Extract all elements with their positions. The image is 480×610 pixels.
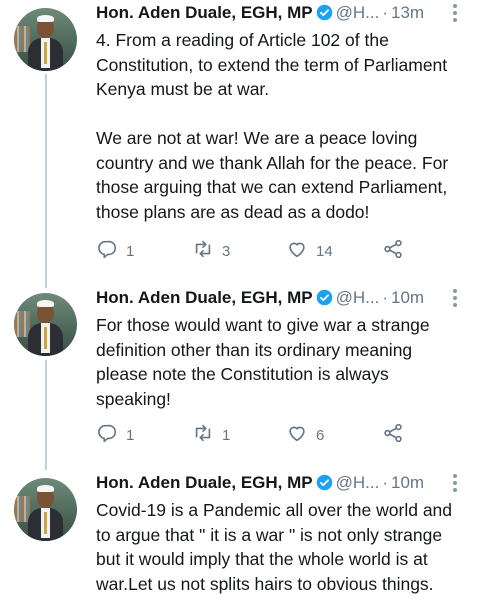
reply-icon xyxy=(96,422,118,448)
share-button[interactable] xyxy=(382,422,404,448)
avatar[interactable] xyxy=(14,478,77,541)
like-count: 14 xyxy=(316,242,333,260)
retweet-icon xyxy=(192,422,214,448)
more-icon[interactable] xyxy=(450,4,460,24)
author-name[interactable]: Hon. Aden Duale, EGH, MP xyxy=(96,288,313,307)
share-icon xyxy=(382,238,404,264)
tweet-header: Hon. Aden Duale, EGH, MP @H... · 10m xyxy=(96,287,466,309)
like-icon xyxy=(286,422,308,448)
tweet[interactable]: Hon. Aden Duale, EGH, MP @H... · 13m 4. Fro… xyxy=(0,0,480,285)
like-count: 6 xyxy=(316,426,325,444)
reply-button[interactable]: 1 xyxy=(96,240,134,262)
more-icon[interactable] xyxy=(450,289,460,309)
more-icon[interactable] xyxy=(450,474,460,494)
reply-button[interactable]: 1 xyxy=(96,424,134,446)
share-icon xyxy=(382,422,404,448)
tweet-header: Hon. Aden Duale, EGH, MP @H... · 13m xyxy=(96,2,466,24)
tweet-text: 4. From a reading of Article 102 of the … xyxy=(96,30,449,222)
verified-badge-icon xyxy=(316,474,333,497)
author-name[interactable]: Hon. Aden Duale, EGH, MP xyxy=(96,3,313,22)
tweet[interactable]: Hon. Aden Duale, EGH, MP @H... · 10m For th… xyxy=(0,285,480,465)
like-icon xyxy=(286,238,308,264)
reply-count: 1 xyxy=(126,242,135,260)
retweet-button[interactable]: 3 xyxy=(192,240,230,262)
reply-icon xyxy=(96,238,118,264)
tweet-text: Covid-19 is a Pandemic all over the worl… xyxy=(96,500,453,594)
tweet[interactable]: Hon. Aden Duale, EGH, MP @H... · 10m Covid-… xyxy=(0,470,480,610)
avatar[interactable] xyxy=(14,8,77,71)
author-handle[interactable]: @H... xyxy=(336,473,380,492)
separator-dot: · xyxy=(382,3,388,22)
tweet-actions: 1 1 6 xyxy=(96,422,426,448)
verified-badge-icon xyxy=(316,4,333,27)
retweet-button[interactable]: 1 xyxy=(192,424,230,446)
author-name[interactable]: Hon. Aden Duale, EGH, MP xyxy=(96,473,313,492)
timestamp[interactable]: 10m xyxy=(391,473,424,492)
avatar[interactable] xyxy=(14,293,77,356)
tweet-text: For those would want to give war a stran… xyxy=(96,315,430,409)
tweet-header: Hon. Aden Duale, EGH, MP @H... · 10m xyxy=(96,472,466,494)
verified-badge-icon xyxy=(316,289,333,312)
like-button[interactable]: 6 xyxy=(286,424,324,446)
retweet-count: 1 xyxy=(222,426,231,444)
separator-dot: · xyxy=(382,473,388,492)
like-button[interactable]: 14 xyxy=(286,240,333,262)
retweet-icon xyxy=(192,238,214,264)
timestamp[interactable]: 10m xyxy=(391,288,424,307)
reply-count: 1 xyxy=(126,426,135,444)
tweet-actions: 1 3 14 xyxy=(96,238,426,264)
author-handle[interactable]: @H... xyxy=(336,3,380,22)
author-handle[interactable]: @H... xyxy=(336,288,380,307)
share-button[interactable] xyxy=(382,238,404,264)
separator-dot: · xyxy=(382,288,388,307)
timestamp[interactable]: 13m xyxy=(391,3,424,22)
retweet-count: 3 xyxy=(222,242,231,260)
